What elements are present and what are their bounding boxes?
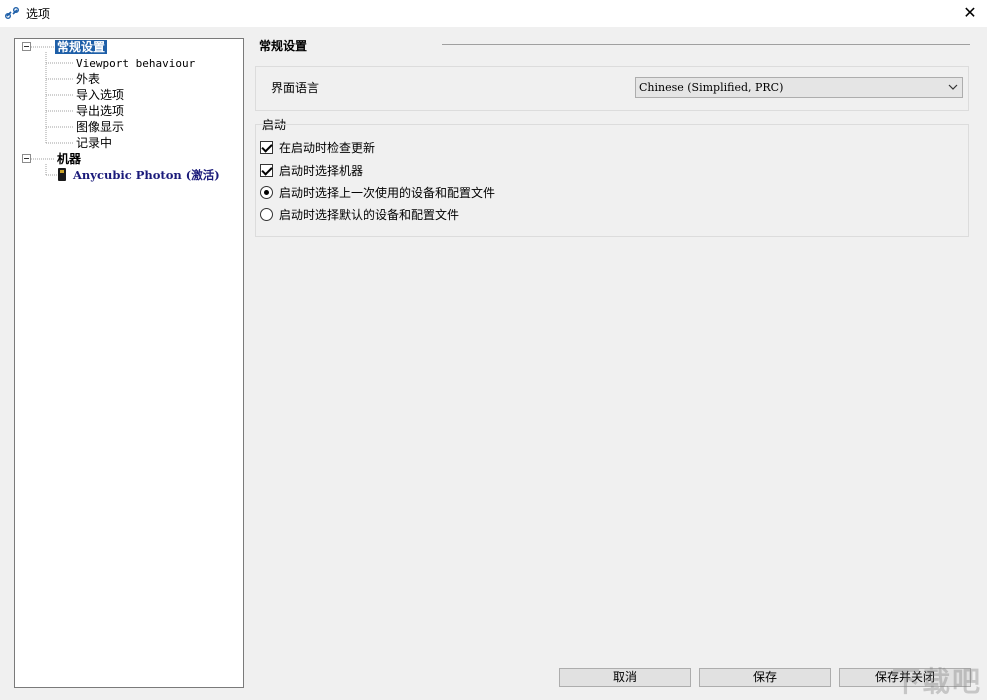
panel-title: 常规设置 <box>259 39 308 53</box>
tree-item-import[interactable]: 导入选项 <box>76 88 124 103</box>
default-profile-label: 启动时选择默认的设备和配置文件 <box>279 207 460 222</box>
last-used-profile-option[interactable]: 启动时选择上一次使用的设备和配置文件 <box>260 184 495 200</box>
default-profile-radio[interactable] <box>260 207 273 221</box>
printer-device-icon <box>58 168 66 181</box>
last-used-profile-label: 启动时选择上一次使用的设备和配置文件 <box>279 185 496 200</box>
select-machine-option[interactable]: 启动时选择机器 <box>260 162 363 178</box>
select-machine-label: 启动时选择机器 <box>279 163 364 178</box>
collapse-general-icon[interactable] <box>22 42 31 51</box>
title-bar: 选项 ✕ <box>0 0 987 27</box>
language-select-value: Chinese (Simplified, PRC) <box>639 81 784 94</box>
collapse-machines-icon[interactable] <box>22 154 31 163</box>
cancel-button[interactable]: 取消 <box>559 668 691 687</box>
language-select[interactable]: Chinese (Simplified, PRC) <box>635 77 963 98</box>
language-label: 界面语言 <box>271 81 320 95</box>
tree-item-export[interactable]: 导出选项 <box>76 104 124 119</box>
check-updates-option[interactable]: 在启动时检查更新 <box>260 139 375 155</box>
tree-item-device[interactable]: Anycubic Photon (激活) <box>58 168 220 183</box>
language-group: 界面语言 Chinese (Simplified, PRC) <box>255 66 969 111</box>
select-machine-checkbox[interactable] <box>260 163 273 177</box>
title-divider <box>442 44 970 45</box>
tree-item-viewport[interactable]: Viewport behaviour <box>76 56 195 71</box>
tree-item-machines[interactable]: 机器 <box>57 152 81 167</box>
check-updates-checkbox[interactable] <box>260 140 273 154</box>
tree-item-image-display[interactable]: 图像显示 <box>76 120 124 135</box>
window-title: 选项 <box>26 7 51 21</box>
chevron-down-icon <box>948 78 958 104</box>
tree-item-logging[interactable]: 记录中 <box>76 136 112 151</box>
watermark: 下载吧 <box>891 665 982 698</box>
settings-tree[interactable]: 常规设置 Viewport behaviour 外表 导入选项 导出选项 图像显… <box>14 38 244 688</box>
chain-link-icon <box>4 5 20 21</box>
last-used-profile-radio[interactable] <box>260 185 273 199</box>
dialog-body: 常规设置 Viewport behaviour 外表 导入选项 导出选项 图像显… <box>0 27 987 700</box>
default-profile-option[interactable]: 启动时选择默认的设备和配置文件 <box>260 206 459 222</box>
tree-item-general[interactable]: 常规设置 <box>55 40 108 55</box>
tree-item-appearance[interactable]: 外表 <box>76 72 100 87</box>
check-updates-label: 在启动时检查更新 <box>279 140 376 155</box>
close-icon[interactable]: ✕ <box>961 4 979 22</box>
save-button[interactable]: 保存 <box>699 668 831 687</box>
